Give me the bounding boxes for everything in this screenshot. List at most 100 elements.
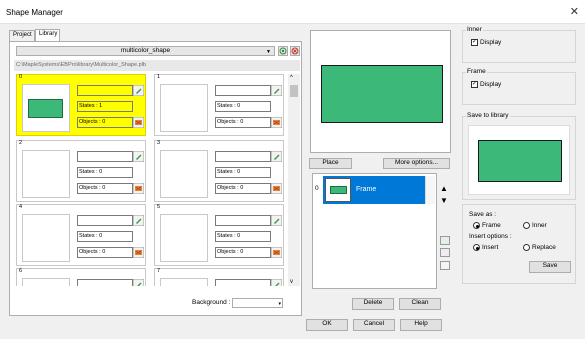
shape-cell-0[interactable]: 0 States : 1 Objects : 0 (16, 74, 146, 136)
scrollbar-thumb[interactable] (290, 85, 298, 97)
cell-index: 7 (157, 268, 161, 274)
radio-dot (473, 222, 480, 229)
save-to-library-group: Save to library (462, 112, 576, 200)
shape-grid[interactable]: 0 States : 1 Objects : 0 1 States : 0 Ob… (14, 74, 288, 286)
cell-preview (160, 278, 208, 286)
refresh-library-button[interactable] (278, 46, 288, 56)
save-as-inner-radio[interactable]: Inner (523, 222, 547, 229)
name-field[interactable] (77, 215, 133, 226)
shape-cell-7[interactable]: 7 (154, 268, 284, 286)
shape-cell-2[interactable]: 2 States : 0 Objects : 0 (16, 140, 146, 202)
grid-scrollbar[interactable]: ^ v (288, 74, 300, 286)
pencil-icon[interactable] (270, 278, 283, 286)
cell-index: 6 (19, 268, 23, 274)
save-as-frame-radio[interactable]: Frame (473, 222, 501, 229)
chevron-down-icon[interactable]: v (290, 279, 293, 285)
pencil-icon[interactable] (132, 278, 145, 286)
objects-field: Objects : 0 (215, 183, 271, 194)
background-label: Background : (192, 299, 231, 306)
shape-cell-3[interactable]: 3 States : 0 Objects : 0 (154, 140, 284, 202)
name-field[interactable] (215, 215, 271, 226)
shape-preview (310, 30, 451, 153)
frame-group: Frame ✓ Display (462, 68, 576, 105)
cell-preview (22, 278, 70, 286)
picture-icon[interactable] (132, 182, 145, 195)
background-color-picker[interactable]: ▾ (232, 298, 283, 308)
pencil-icon[interactable] (270, 150, 283, 163)
radio-label: Inner (532, 222, 547, 229)
chevron-up-icon[interactable]: ^ (290, 75, 293, 81)
checkbox-label: Display (480, 81, 502, 88)
objects-field: Objects : 0 (215, 247, 271, 258)
library-delete-icon (291, 47, 299, 55)
delete-button[interactable]: Delete (352, 298, 394, 310)
pencil-icon[interactable] (132, 150, 145, 163)
tab-library[interactable]: Library (35, 29, 60, 41)
picture-icon[interactable] (132, 246, 145, 259)
radio-dot (473, 244, 480, 251)
arrow-down-icon[interactable]: ▼ (440, 196, 448, 205)
name-field[interactable] (215, 85, 271, 96)
radio-dot (523, 222, 530, 229)
radio-label: Insert (482, 244, 499, 251)
cell-index: 0 (19, 74, 23, 80)
ok-button[interactable]: OK (306, 319, 348, 331)
frame-group-title: Frame (466, 68, 487, 75)
inner-group: Inner ✓ Display (462, 26, 576, 63)
shape-preview-rect (321, 65, 443, 123)
cell-preview (160, 150, 208, 198)
picture-icon[interactable] (132, 116, 145, 129)
cell-index: 3 (157, 140, 161, 146)
picture-icon[interactable] (270, 182, 283, 195)
clean-button[interactable]: Clean (399, 298, 441, 310)
cell-preview (22, 214, 70, 262)
inner-group-title: Inner (466, 26, 483, 33)
pencil-icon[interactable] (270, 84, 283, 97)
picture-icon[interactable] (270, 246, 283, 259)
frame-list-item[interactable]: Frame (323, 176, 435, 204)
shape-cell-5[interactable]: 5 States : 0 Objects : 0 (154, 204, 284, 266)
pencil-icon[interactable] (132, 84, 145, 97)
inner-display-checkbox[interactable]: ✓ Display (471, 39, 501, 46)
checkbox-label: Display (480, 39, 502, 46)
library-select-value: multicolor_shape (120, 47, 171, 54)
cell-preview (160, 214, 208, 262)
shape-cell-1[interactable]: 1 States : 0 Objects : 0 (154, 74, 284, 136)
chevron-down-icon: ▾ (278, 301, 281, 307)
chevron-down-icon: ▼ (266, 49, 271, 55)
frame-display-checkbox[interactable]: ✓ Display (471, 81, 501, 88)
tab-project[interactable]: Project (9, 30, 35, 41)
cell-index: 1 (157, 74, 161, 80)
more-options-button[interactable]: More options... (383, 158, 450, 169)
add-frame-icon[interactable] (440, 236, 450, 245)
library-select[interactable]: multicolor_shape ▼ (16, 46, 275, 56)
cell-preview (22, 84, 70, 132)
arrow-up-icon[interactable]: ▲ (440, 184, 448, 193)
delete-library-button[interactable] (290, 46, 300, 56)
name-field[interactable] (215, 151, 271, 162)
remove-frame-icon[interactable] (440, 248, 450, 257)
frame-list-scrollbar[interactable] (425, 176, 435, 204)
name-field[interactable] (215, 279, 271, 286)
shape-cell-4[interactable]: 4 States : 0 Objects : 0 (16, 204, 146, 266)
name-field[interactable] (77, 279, 133, 286)
place-button[interactable]: Place (309, 158, 352, 169)
states-field: States : 0 (215, 167, 271, 178)
name-field[interactable] (77, 151, 133, 162)
picture-icon[interactable] (270, 116, 283, 129)
replace-radio[interactable]: Replace (523, 244, 556, 251)
grid-icon[interactable] (440, 261, 450, 270)
shape-cell-6[interactable]: 6 (16, 268, 146, 286)
cancel-button[interactable]: Cancel (353, 319, 395, 331)
states-field: States : 0 (77, 231, 133, 242)
frame-list[interactable]: 0 Frame (312, 173, 437, 289)
pencil-icon[interactable] (270, 214, 283, 227)
states-field: States : 1 (77, 101, 133, 112)
pencil-icon[interactable] (132, 214, 145, 227)
close-icon[interactable]: ✕ (570, 5, 579, 18)
help-button[interactable]: Help (400, 319, 442, 331)
save-button[interactable]: Save (529, 261, 571, 273)
name-field[interactable] (77, 85, 133, 96)
insert-options-label: Insert options : (469, 233, 512, 240)
insert-radio[interactable]: Insert (473, 244, 498, 251)
